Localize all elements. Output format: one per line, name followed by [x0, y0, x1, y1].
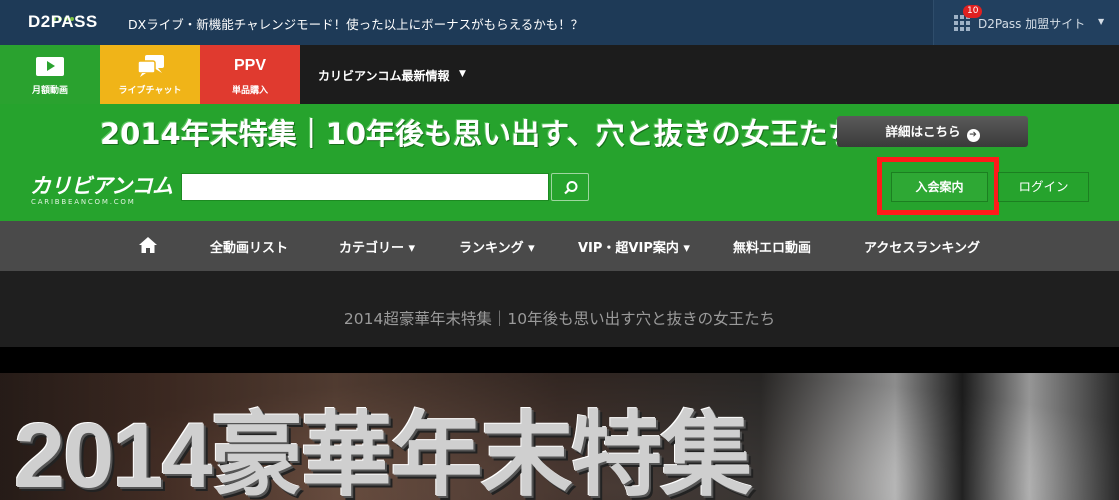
play-icon: [36, 57, 64, 76]
divider: [0, 347, 1119, 373]
menu-item-all-videos[interactable]: 全動画リスト: [210, 237, 288, 256]
chat-icon: [137, 55, 164, 77]
search-input[interactable]: [181, 173, 549, 201]
arrow-right-icon: ➔: [966, 129, 980, 142]
site-logo[interactable]: カリビアンコム: [30, 170, 173, 200]
main-menu: 全動画リスト カテゴリー ▾ ランキング ▾ VIP・超VIP案内 ▾ 無料エロ…: [0, 221, 1119, 271]
details-button-label: 詳細はこちら: [885, 124, 961, 139]
monthly-videos-button[interactable]: 月額動画: [0, 45, 100, 104]
login-button[interactable]: ログイン: [998, 172, 1089, 202]
hero-title: 2014豪華年末特集: [14, 405, 753, 500]
home-icon[interactable]: [138, 236, 158, 254]
menu-item-categories[interactable]: カテゴリー ▾: [339, 237, 415, 256]
page-title: 2014超豪華年末特集｜10年後も思い出す穴と抜きの女王たち: [343, 310, 776, 328]
monthly-videos-label: 月額動画: [31, 86, 68, 96]
ppv-button[interactable]: PPV 単品購入: [200, 45, 300, 104]
live-chat-label: ライブチャット: [118, 86, 182, 96]
menu-item-vip[interactable]: VIP・超VIP案内 ▾: [578, 237, 690, 256]
menu-item-ranking[interactable]: ランキング ▾: [459, 237, 535, 256]
live-chat-button[interactable]: ライブチャット: [100, 45, 200, 104]
site-logo-subtitle: CARIBBEANCOM.COM: [31, 198, 136, 206]
d2pass-sites-menu[interactable]: 10 D2Pass 加盟サイト ▼: [933, 0, 1119, 45]
caret-down-icon: ▼: [459, 69, 466, 79]
menu-item-access-ranking[interactable]: アクセスランキング: [864, 237, 980, 256]
d2pass-sites-label: D2Pass 加盟サイト: [978, 17, 1086, 31]
promo-banner-headline[interactable]: 2014年末特集｜10年後も思い出す、穴と抜きの女王たち: [100, 111, 857, 155]
caret-down-icon: ▼: [1098, 17, 1105, 26]
latest-news-link[interactable]: カリビアンコム最新情報: [318, 67, 450, 84]
search-button[interactable]: [551, 173, 589, 201]
menu-item-free-videos[interactable]: 無料エロ動画: [733, 237, 811, 256]
top-bar: D2PASS DXライブ・新機能チャレンジモード！使った以上にボーナスがもらえる…: [0, 0, 1119, 45]
ppv-title: PPV: [233, 57, 266, 74]
search-icon: [564, 181, 578, 195]
announcement-link[interactable]: DXライブ・新機能チャレンジモード！使った以上にボーナスがもらえるかも！？: [128, 14, 583, 33]
details-button[interactable]: 詳細はこちら ➔: [837, 116, 1028, 147]
page-title-area: 2014超豪華年末特集｜10年後も思い出す穴と抜きの女王たち: [0, 271, 1119, 347]
service-nav: 月額動画 ライブチャット PPV 単品購入 カリビアンコム最新情報 ▼: [0, 45, 1119, 104]
hero-banner[interactable]: 2014豪華年末特集: [0, 373, 1119, 500]
d2pass-logo[interactable]: D2PASS: [28, 12, 98, 32]
join-button[interactable]: 入会案内: [891, 172, 988, 202]
ppv-label: 単品購入: [231, 86, 268, 96]
